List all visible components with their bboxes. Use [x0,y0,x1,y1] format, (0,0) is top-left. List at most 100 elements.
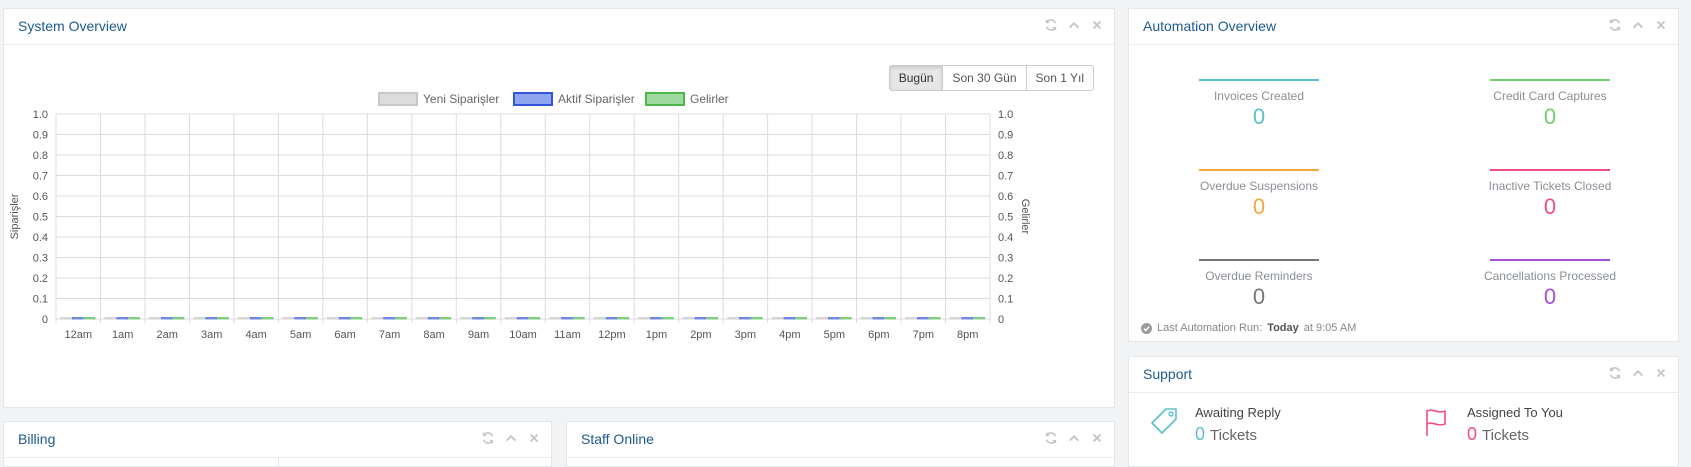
bar [371,317,383,320]
stat-bar [1490,259,1610,261]
bar [771,317,784,320]
bar [338,317,351,320]
stat-credit-card-captures: Credit Card Captures 0 [1490,79,1610,130]
stat-value: 0 [1252,284,1266,309]
stat-bar [1490,169,1610,171]
close-icon[interactable] [1653,17,1668,32]
collapse-icon[interactable] [1630,365,1645,380]
y-tick-left: 1.0 [33,109,48,121]
y-tick-right: 0.5 [998,212,1013,224]
x-tick-label: 3pm [735,329,756,341]
legend-label: Aktif Siparişler [558,92,635,106]
refresh-icon[interactable] [480,430,495,445]
refresh-icon[interactable] [1043,430,1058,445]
bar [60,317,72,320]
bar [516,317,529,320]
x-tick-label: 5pm [824,329,845,341]
bar [593,317,606,320]
awaiting-reply-item[interactable]: Awaiting Reply 0 Tickets [1147,405,1281,445]
stat-label: Inactive Tickets Closed [1488,179,1612,193]
support-panel: Support Awaiting Reply 0 Tickets Assigne… [1128,356,1679,467]
bar [816,317,828,320]
panel-tools [1607,17,1668,32]
bar [472,317,484,320]
y-tick-left: 0.9 [33,130,48,142]
stat-invoices-created: Invoices Created 0 [1199,79,1319,130]
bar [104,317,117,320]
stat-label: Invoices Created [1213,89,1305,103]
stat-label: Credit Card Captures [1493,89,1607,103]
close-icon[interactable] [1653,365,1668,380]
y-tick-right: 0.3 [998,253,1013,265]
y-tick-left: 0.8 [33,150,48,162]
bar [282,317,294,320]
bar [205,317,217,320]
system-overview-chart: 0 0 0.1 0.1 0.2 0.2 0.3 0.3 0.4 0.4 0.5 0.5 0.6 0.6 0.… [9,92,1031,341]
collapse-icon[interactable] [1066,17,1081,32]
refresh-icon[interactable] [1607,17,1622,32]
refresh-icon[interactable] [1043,17,1058,32]
stat-label: Overdue Suspensions [1199,179,1319,193]
x-tick-label: 6pm [868,329,889,341]
last-run-label: Last Automation Run: [1157,322,1263,334]
bar [917,317,929,320]
x-tick-label: 8am [423,329,444,341]
bar [294,317,306,320]
stat-bar [1199,169,1319,171]
legend-swatch [645,92,685,106]
panel-title: Billing [18,431,56,447]
panel-tools [1043,17,1104,32]
y-axis-title-right: Gelirler [1019,199,1031,235]
assigned-to-you-item[interactable]: Assigned To You 0 Tickets [1419,405,1563,445]
stat-label: Overdue Reminders [1205,269,1313,283]
y-tick-right: 0.4 [998,232,1013,244]
count-value: 0 [1467,424,1478,444]
bar [172,317,185,320]
bar [973,317,985,320]
bar [727,317,739,320]
x-tick-label: 4am [245,329,266,341]
bar [573,317,585,320]
panel-header: Billing [4,422,551,458]
bar [694,317,707,320]
collapse-icon[interactable] [1066,430,1081,445]
y-tick-right: 0 [998,314,1004,326]
close-icon[interactable] [526,430,541,445]
stat-bar [1199,79,1319,81]
bar [72,317,84,320]
y-tick-left: 0.6 [33,191,48,203]
bar [605,317,618,320]
refresh-icon[interactable] [1607,365,1622,380]
bar [617,317,630,320]
x-tick-label: 12pm [598,329,626,341]
panel-title: Automation Overview [1143,18,1277,34]
y-tick-left: 0.1 [33,294,48,306]
bar [261,317,274,320]
last-automation-run: Last Automation Run: Today at 9:05 AM [1141,322,1356,334]
x-tick-label: 1am [112,329,133,341]
close-icon[interactable] [1089,430,1104,445]
bar [327,317,339,320]
y-tick-left: 0.7 [33,171,48,183]
bar [549,317,561,320]
bar [238,317,250,320]
y-tick-right: 0.7 [998,171,1013,183]
legend-label: Gelirler [690,92,729,106]
collapse-icon[interactable] [503,430,518,445]
bar [783,317,796,320]
stat-value: 0 [1252,104,1266,129]
close-icon[interactable] [1089,17,1104,32]
bar [528,317,541,320]
flag-icon [1426,409,1446,436]
bar [561,317,573,320]
y-tick-right: 0.1 [998,294,1013,306]
y-tick-right: 1.0 [998,109,1013,121]
legend-label: Yeni Siparişler [423,92,499,106]
collapse-icon[interactable] [1630,17,1645,32]
count-unit: Tickets [1482,427,1529,444]
y-tick-left: 0.5 [33,212,48,224]
bar [350,317,363,320]
bar [860,317,873,320]
stat-cancellations-processed: Cancellations Processed 0 [1484,259,1616,310]
bar [638,317,650,320]
